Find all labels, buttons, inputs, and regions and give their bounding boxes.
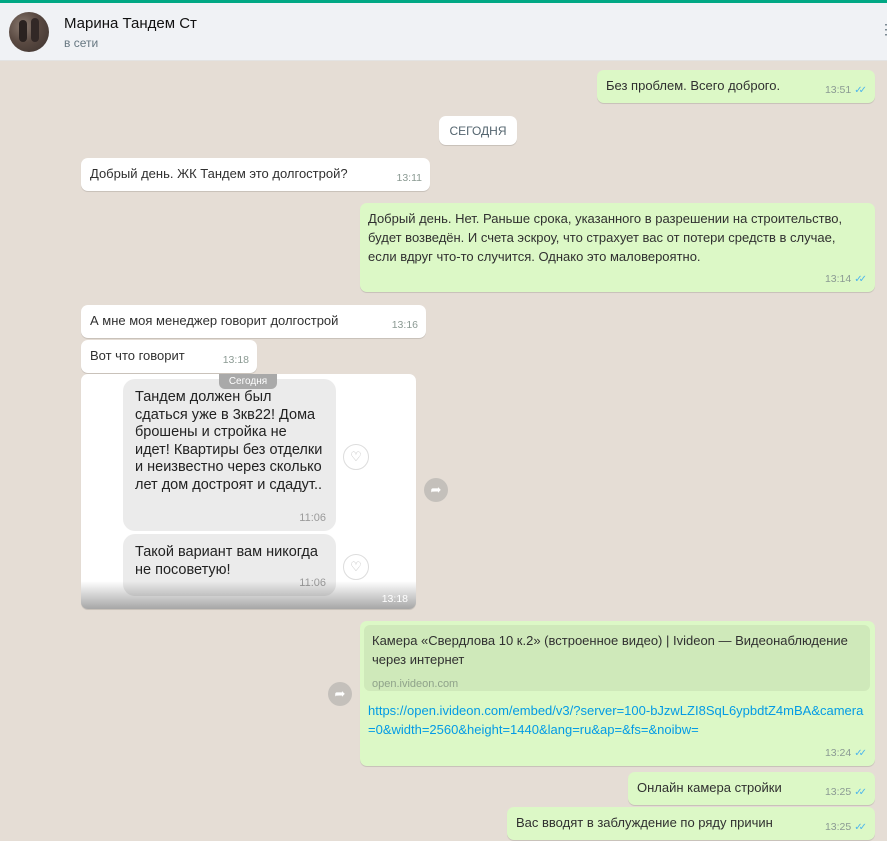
forward-icon[interactable]: ➦ <box>424 478 448 502</box>
read-ticks-icon: ✓✓ <box>854 822 867 833</box>
screenshot-date-chip: Сегодня <box>219 374 277 389</box>
link-preview[interactable]: Камера «Свердлова 10 к.2» (встроенное ви… <box>364 625 870 691</box>
message-outgoing[interactable]: Вас вводят в заблуждение по ряду причин … <box>507 807 875 840</box>
heart-icon: ♡ <box>343 554 369 580</box>
heart-icon: ♡ <box>343 444 369 470</box>
read-ticks-icon: ✓✓ <box>854 748 867 759</box>
avatar-figure <box>31 18 39 42</box>
message-time: 13:25 <box>824 786 852 798</box>
contact-name[interactable]: Марина Тандем Ст <box>64 15 197 32</box>
message-time: 13:14 <box>824 273 852 285</box>
message-time: 13:16 <box>391 319 418 331</box>
message-meta: 13:24 ✓✓ <box>825 744 867 763</box>
message-incoming[interactable]: Вот что говорит 13:18 <box>81 340 257 373</box>
message-meta: 13:16 <box>392 316 418 335</box>
avatar-figure <box>19 20 27 42</box>
menu-icon[interactable]: ⋮ <box>879 21 887 37</box>
chat-area[interactable]: Без проблем. Всего доброго. 13:51 ✓✓ СЕГ… <box>0 62 887 841</box>
message-time: 13:18 <box>381 593 408 605</box>
forward-icon[interactable]: ➦ <box>328 682 352 706</box>
image-message[interactable]: Тандем должен был сдаться уже в 3кв22! Д… <box>81 374 416 609</box>
message-outgoing[interactable]: Без проблем. Всего доброго. 13:51 ✓✓ <box>597 70 875 103</box>
read-ticks-icon: ✓✓ <box>854 787 867 798</box>
read-ticks-icon: ✓✓ <box>854 85 867 96</box>
message-time: 13:24 <box>824 747 852 759</box>
message-outgoing[interactable]: Добрый день. Нет. Раньше срока, указанно… <box>360 203 875 292</box>
message-outgoing[interactable]: Онлайн камера стройки 13:25 ✓✓ <box>628 772 875 805</box>
message-meta: 13:11 <box>397 169 423 188</box>
message-meta: 13:18 <box>223 351 249 370</box>
message-time: 13:11 <box>396 172 423 184</box>
message-link-url[interactable]: https://open.ivideon.com/embed/v3/?serve… <box>368 703 863 737</box>
link-preview-domain: open.ivideon.com <box>372 678 459 690</box>
message-incoming[interactable]: Добрый день. ЖК Тандем это долгострой? 1… <box>81 158 430 191</box>
message-time: 13:25 <box>824 821 852 833</box>
message-link[interactable]: Камера «Свердлова 10 к.2» (встроенное ви… <box>360 621 875 766</box>
read-ticks-icon: ✓✓ <box>854 274 867 285</box>
screenshot-message-card: Тандем должен был сдаться уже в 3кв22! Д… <box>123 379 336 531</box>
message-meta: 13:25 ✓✓ <box>825 783 867 802</box>
message-text: Добрый день. ЖК Тандем это долгострой? <box>90 166 348 181</box>
screenshot-message-text: Тандем должен был сдаться уже в 3кв22! Д… <box>135 389 323 493</box>
chat-header[interactable]: Марина Тандем Ст в сети ⋮ <box>0 3 887 61</box>
message-text: Добрый день. Нет. Раньше срока, указанно… <box>368 211 843 264</box>
screenshot-message-text: Такой вариант вам никогда не посоветую! <box>135 544 318 578</box>
message-text: Вас вводят в заблуждение по ряду причин <box>516 815 773 830</box>
contact-status: в сети <box>64 36 99 50</box>
message-meta: 13:14 ✓✓ <box>825 270 867 289</box>
avatar[interactable] <box>9 12 49 52</box>
message-meta: 13:51 ✓✓ <box>825 81 867 100</box>
message-time: 13:51 <box>824 84 852 96</box>
message-incoming[interactable]: А мне моя менеджер говорит долгострой 13… <box>81 305 426 338</box>
link-preview-title: Камера «Свердлова 10 к.2» (встроенное ви… <box>372 633 848 667</box>
message-time: 13:18 <box>222 354 249 366</box>
image-overlay <box>81 581 416 609</box>
message-meta: 13:25 ✓✓ <box>825 818 867 837</box>
screenshot-message-time: 11:06 <box>299 511 326 524</box>
date-divider: СЕГОДНЯ <box>439 116 517 145</box>
message-text: А мне моя менеджер говорит долгострой <box>90 313 339 328</box>
